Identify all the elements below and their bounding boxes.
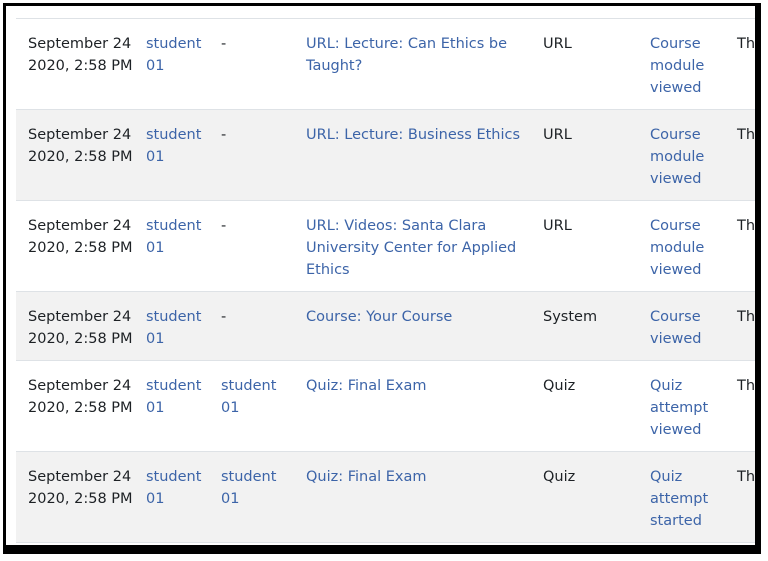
component-cell: System [543,309,598,325]
table-row: September 24 2020, 2:58 PM student 01 - … [16,110,755,201]
affected-user-cell: - [221,218,227,234]
event-link[interactable]: Course viewed [650,306,720,350]
context-link[interactable]: Quiz: Final Exam [306,466,526,488]
context-link[interactable]: URL: Videos: Santa Clara University Cent… [306,215,526,281]
event-link[interactable]: Quiz attempt started [650,466,720,532]
event-link[interactable]: Course module viewed [650,124,720,190]
affected-user-cell: - [221,127,227,143]
frame-shadow-bottom [3,548,761,554]
table-row: September 24 2020, 2:58 PM student 01 - … [16,201,755,292]
description-cell: Th me [737,218,755,234]
time-cell: September 24 2020, 2:58 PM [28,218,133,256]
user-link[interactable]: student 01 [146,33,216,77]
user-link[interactable]: student 01 [146,215,216,259]
affected-user-cell: - [221,309,227,325]
user-link[interactable]: student 01 [146,124,216,168]
time-cell: September 24 2020, 2:58 PM [28,127,133,165]
time-cell: September 24 2020, 2:58 PM [28,378,133,416]
description-cell: Th me [737,36,755,52]
description-cell: Th '75 wi [737,378,755,394]
log-table-frame: September 24 2020, 2:58 PM student 01 - … [3,3,755,548]
table-row: September 24 2020, 2:58 PM student 01 - … [16,292,755,361]
user-link[interactable]: student 01 [146,375,216,419]
time-cell: September 24 2020, 2:58 PM [28,309,133,347]
event-link[interactable]: Course module viewed [650,215,720,281]
table-row: September 24 2020, 2:58 PM student 01 - … [16,19,755,110]
affected-user-link[interactable]: student 01 [221,375,291,419]
frame-shadow-right [755,3,761,554]
event-link[interactable]: Course module viewed [650,33,720,99]
component-cell: URL [543,218,572,234]
context-link[interactable]: Course: Your Course [306,306,526,328]
description-cell: Th me [737,127,755,143]
description-cell: Th '75 [737,469,755,485]
component-cell: URL [543,127,572,143]
context-link[interactable]: URL: Lecture: Business Ethics [306,124,526,146]
user-link[interactable]: student 01 [146,466,216,510]
context-link[interactable]: Quiz: Final Exam [306,375,526,397]
time-cell: September 24 2020, 2:58 PM [28,36,133,74]
component-cell: Quiz [543,378,576,394]
table-row: September 24 2020, 2:58 PM student 01 st… [16,361,755,452]
event-link[interactable]: Quiz attempt viewed [650,375,720,441]
component-cell: URL [543,36,572,52]
time-cell: September 24 2020, 2:58 PM [28,469,133,507]
affected-user-link[interactable]: student 01 [221,466,291,510]
affected-user-cell: - [221,36,227,52]
table-row: September 24 2020, 2:58 PM student 01 st… [16,452,755,543]
user-link[interactable]: student 01 [146,306,216,350]
component-cell: Quiz [543,469,576,485]
description-cell: Th co [737,309,755,325]
context-link[interactable]: URL: Lecture: Can Ethics be Taught? [306,33,526,77]
